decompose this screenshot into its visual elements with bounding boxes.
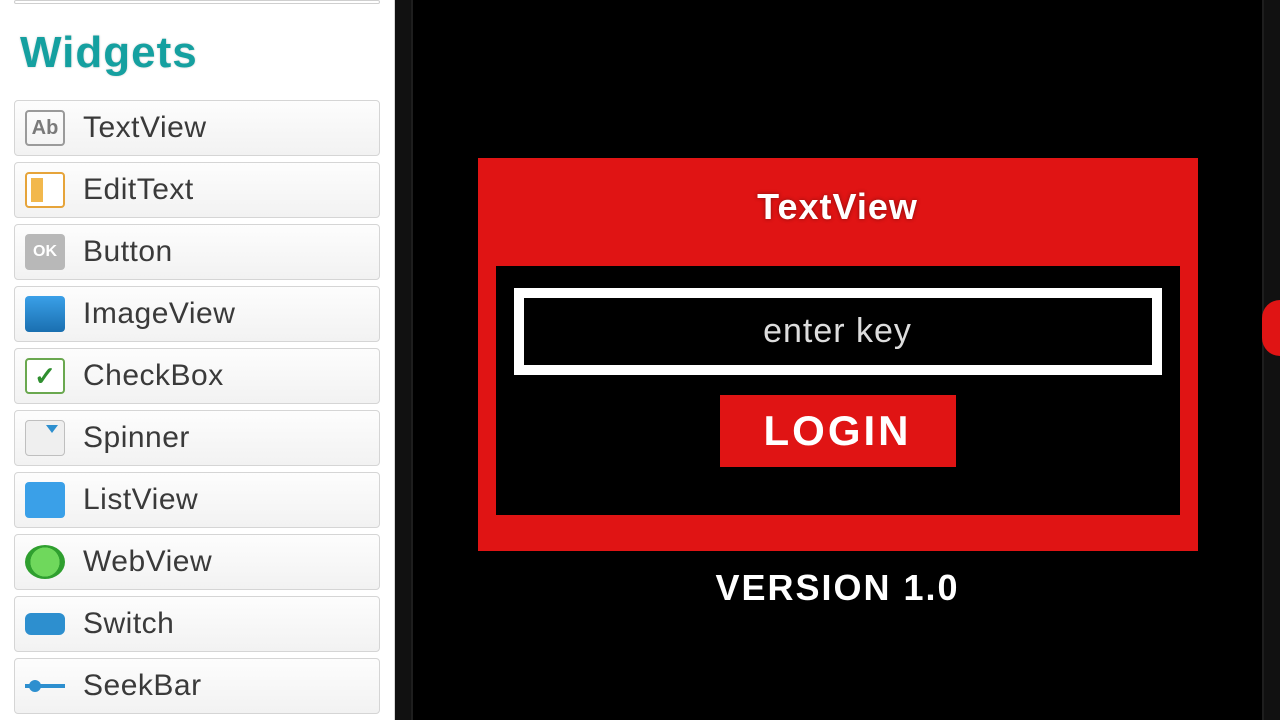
palette-item-label: ImageView (83, 297, 235, 331)
palette-item-webview[interactable]: WebView (14, 534, 380, 590)
palette-item-label: TextView (83, 111, 207, 145)
key-field-frame (514, 288, 1162, 375)
palette-heading: Widgets (20, 28, 374, 78)
imageview-icon (25, 296, 65, 332)
palette-item-button[interactable]: OK Button (14, 224, 380, 280)
palette-item-seekbar[interactable]: SeekBar (14, 658, 380, 714)
login-inner-panel: LOGIN (496, 266, 1180, 515)
textview-widget[interactable]: TextView (496, 186, 1180, 228)
palette-prev-item (14, 0, 380, 4)
palette-item-label: Button (83, 235, 173, 269)
selection-marker[interactable] (1262, 300, 1280, 356)
screen-content: TextView LOGIN VERSION 1.0 (478, 158, 1198, 609)
device-bezel-left (395, 0, 413, 720)
button-icon: OK (25, 234, 65, 270)
checkbox-icon: ✓ (25, 358, 65, 394)
palette-item-switch[interactable]: Switch (14, 596, 380, 652)
listview-icon (25, 482, 65, 518)
widget-palette: Widgets Ab TextView EditText OK Button I… (0, 0, 395, 720)
login-button[interactable]: LOGIN (720, 395, 956, 467)
device-bezel-right (1262, 0, 1280, 720)
palette-item-label: SeekBar (83, 669, 202, 703)
edittext-icon (25, 172, 65, 208)
palette-item-textview[interactable]: Ab TextView (14, 100, 380, 156)
key-input[interactable] (524, 298, 1152, 365)
palette-item-imageview[interactable]: ImageView (14, 286, 380, 342)
login-card: TextView LOGIN (478, 158, 1198, 551)
spinner-icon (25, 420, 65, 456)
palette-item-listview[interactable]: ListView (14, 472, 380, 528)
palette-item-label: Switch (83, 607, 174, 641)
textview-icon: Ab (25, 110, 65, 146)
switch-icon (25, 613, 65, 635)
webview-icon (25, 545, 65, 579)
palette-item-edittext[interactable]: EditText (14, 162, 380, 218)
palette-item-checkbox[interactable]: ✓ CheckBox (14, 348, 380, 404)
palette-item-label: EditText (83, 173, 194, 207)
palette-item-label: CheckBox (83, 359, 224, 393)
palette-item-label: WebView (83, 545, 212, 579)
device-preview: TextView LOGIN VERSION 1.0 (395, 0, 1280, 720)
palette-item-label: Spinner (83, 421, 190, 455)
palette-item-label: ListView (83, 483, 198, 517)
version-label: VERSION 1.0 (478, 567, 1198, 609)
seekbar-icon (25, 668, 65, 704)
palette-item-spinner[interactable]: Spinner (14, 410, 380, 466)
